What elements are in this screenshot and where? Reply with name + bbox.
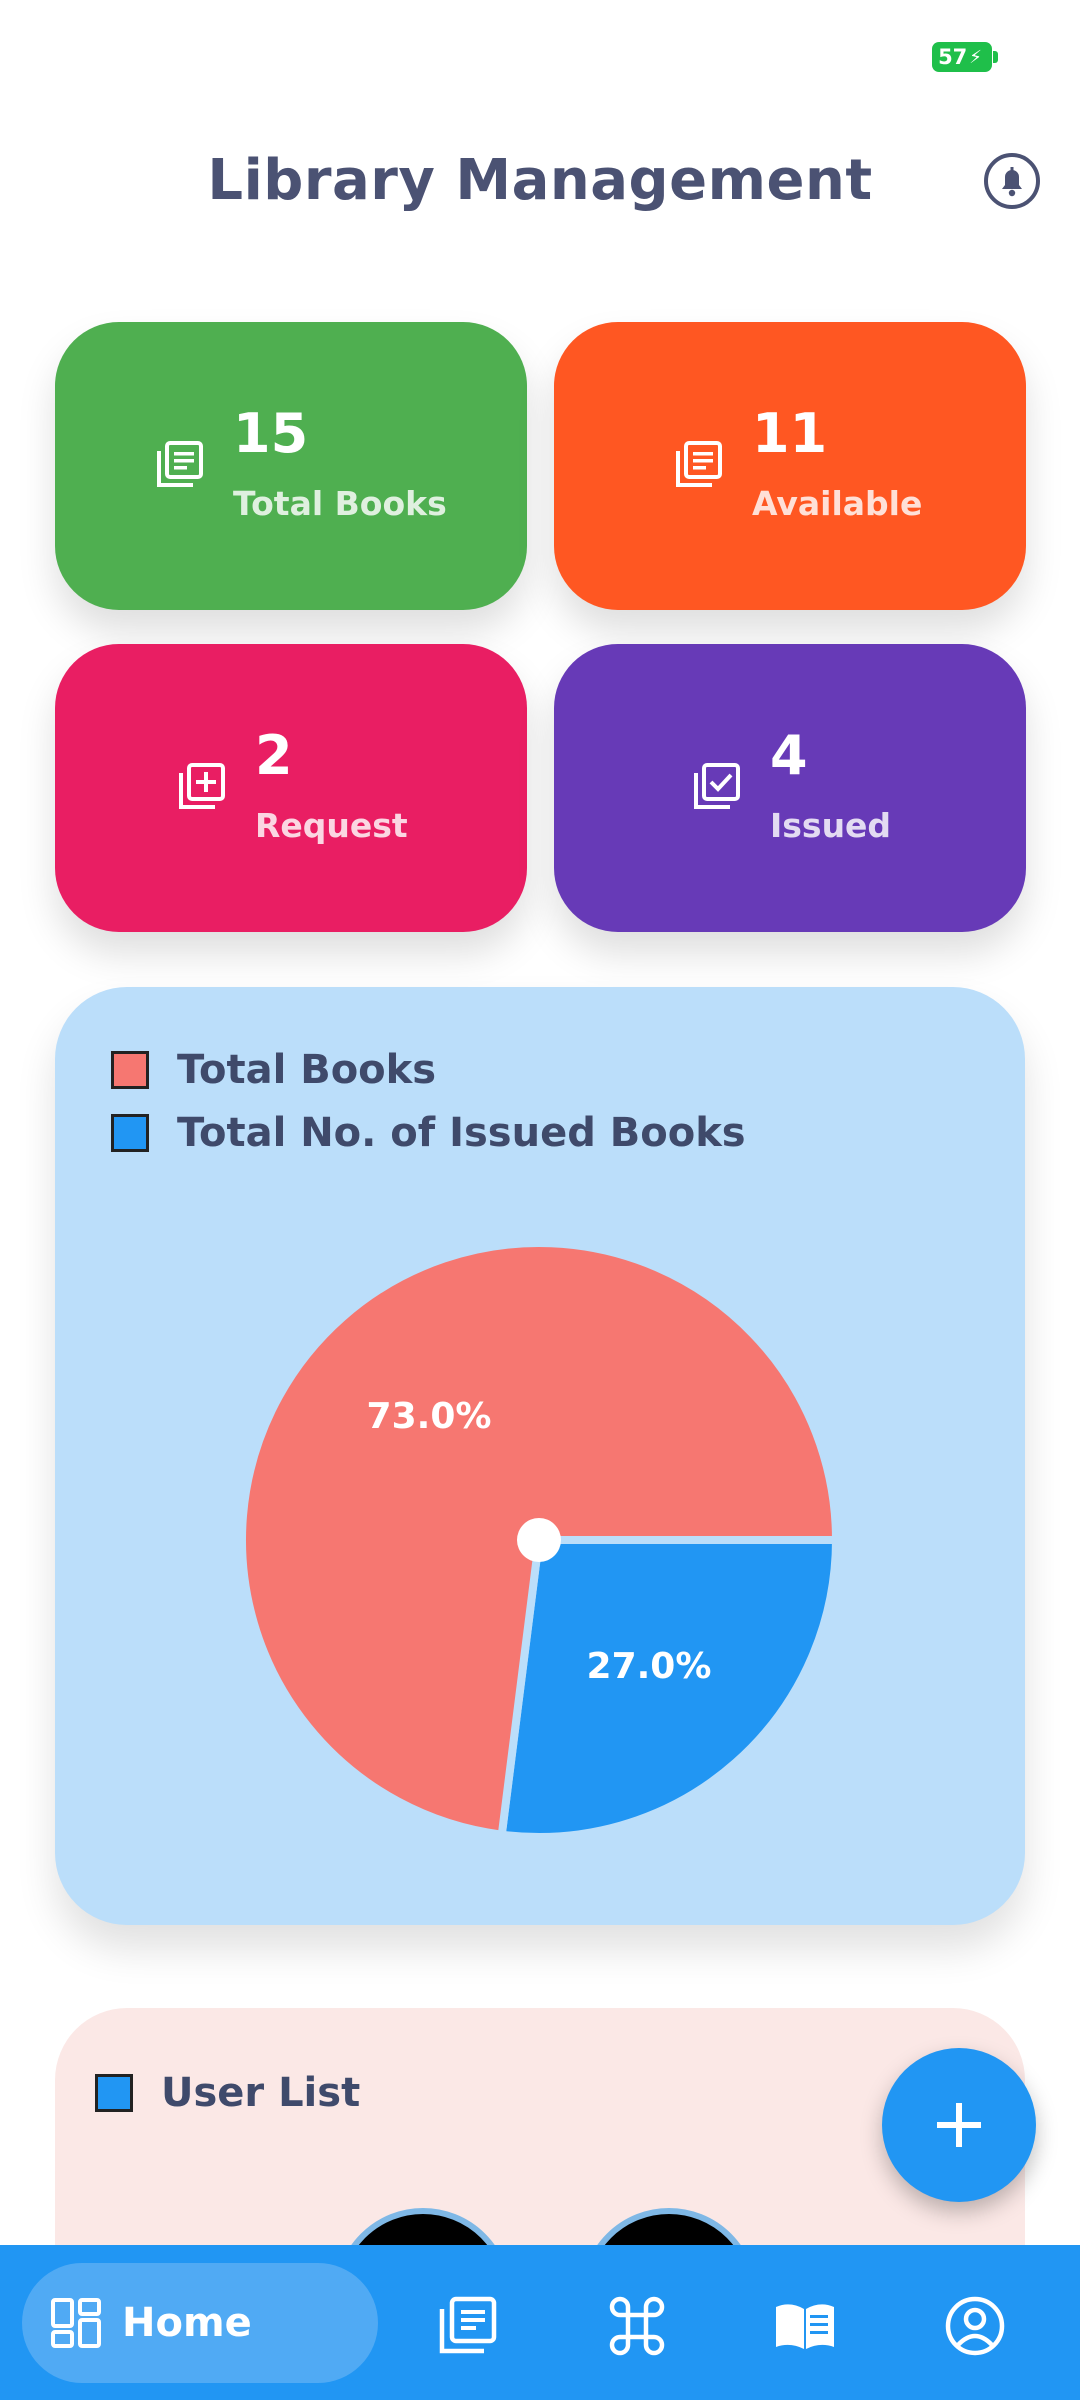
page-title: Library Management [207,148,873,213]
pie-center-dot [517,1518,561,1562]
user-list-title: User List [161,2070,361,2116]
user-list-header: User List [95,2070,360,2116]
total-books-count: 15 [233,402,309,465]
nav-home-label: Home [122,2300,252,2346]
dashboard-icon [51,2298,101,2348]
pie-slice-label: 73.0% [367,1396,492,1437]
book-list-icon [157,441,203,487]
battery-indicator: 57 ⚡ [932,42,998,72]
issued-card[interactable]: 4 Issued [554,644,1026,932]
issued-count: 4 [770,724,808,787]
request-label: Request [255,806,408,845]
book-list-icon [676,441,722,487]
library-check-icon [694,763,740,809]
add-button[interactable] [882,2048,1036,2202]
pie-slice-label: 27.0% [587,1646,712,1687]
account-circle-icon[interactable] [944,2295,1006,2357]
open-book-icon[interactable] [774,2295,836,2357]
status-bar: 57 ⚡ [0,0,1080,110]
bottom-navigation: Home [0,2245,1080,2400]
available-count: 11 [752,402,828,465]
total-books-card[interactable]: 15 Total Books [55,322,527,610]
available-label: Available [752,484,923,523]
plus-icon [937,2103,981,2147]
pie-slice-issued-books[interactable] [497,1536,841,1841]
pie-chart[interactable]: 27.0% 73.0% [55,987,1025,1925]
legend-swatch [95,2074,133,2112]
book-list-icon[interactable] [436,2295,498,2357]
command-icon[interactable] [606,2295,668,2357]
battery-level: 57 [938,45,968,69]
issued-label: Issued [770,806,892,845]
available-card[interactable]: 11 Available [554,322,1026,610]
request-card[interactable]: 2 Request [55,644,527,932]
request-count: 2 [255,724,293,787]
notification-bell-icon[interactable] [983,152,1041,210]
total-books-label: Total Books [233,484,447,523]
nav-home-tab[interactable]: Home [22,2263,378,2383]
books-chart-card: Total Books Total No. of Issued Books 27… [55,987,1025,1925]
library-add-icon [179,763,225,809]
